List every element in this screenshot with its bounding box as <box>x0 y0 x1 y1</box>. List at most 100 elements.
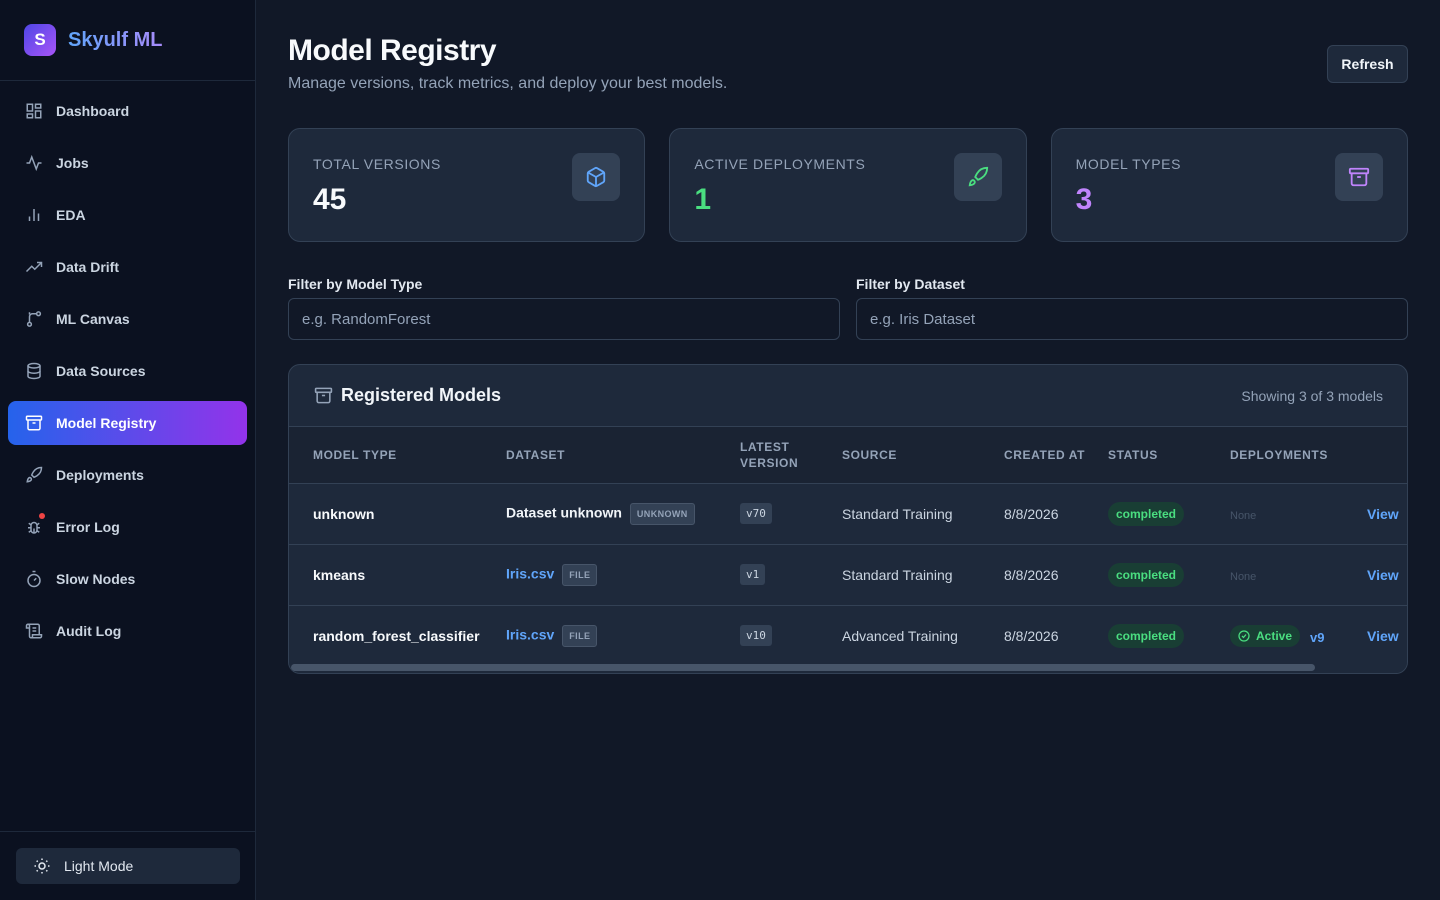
rocket-icon <box>953 153 1002 201</box>
created-cell: 8/8/2026 <box>1004 627 1059 644</box>
column-header[interactable]: Dataset <box>498 427 732 484</box>
dataset-filter-input[interactable] <box>856 298 1408 340</box>
dataset-cell: Iris.csv FILE <box>498 544 732 606</box>
theme-toggle-label: Light Mode <box>64 858 134 874</box>
dataset-tag: FILE <box>562 563 598 586</box>
deployments-none: None <box>1230 509 1257 522</box>
model-type-cell: random_forest_classifier <box>313 627 480 644</box>
sidebar-item-label: Error Log <box>56 519 120 535</box>
filter-label: Filter by Model Type <box>288 276 423 292</box>
column-header[interactable]: Status <box>1100 427 1222 484</box>
created-cell: 8/8/2026 <box>996 483 1100 545</box>
column-header[interactable]: Source <box>834 427 996 484</box>
sidebar-item-label: ML Canvas <box>56 311 130 327</box>
trending-up-icon <box>24 257 44 277</box>
table-card-header: Registered Models Showing 3 of 3 models <box>289 365 1407 427</box>
column-header <box>1359 427 1407 484</box>
page-title: Model Registry <box>288 34 497 67</box>
model-type-filter-input[interactable] <box>288 298 840 340</box>
sidebar-item-ml-canvas[interactable]: ML Canvas <box>8 297 247 341</box>
sidebar-item-model-registry[interactable]: Model Registry <box>8 401 247 445</box>
sidebar-nav: Dashboard Jobs EDA Data Drift ML Canvas <box>0 81 255 653</box>
source-cell: Advanced Training <box>842 627 958 644</box>
sidebar-item-error-log[interactable]: Error Log <box>8 505 247 549</box>
active-deployment-badge[interactable]: Active <box>1230 624 1301 647</box>
check-circle-icon <box>1238 630 1250 642</box>
bar-chart-icon <box>24 205 44 225</box>
view-link[interactable]: View <box>1367 628 1399 644</box>
dataset-tag: UNKNOWN <box>629 502 695 525</box>
sidebar-item-eda[interactable]: EDA <box>8 193 247 237</box>
source-cell: Standard Training <box>834 544 996 606</box>
stat-label: Total Versions <box>313 156 441 172</box>
sidebar-item-data-drift[interactable]: Data Drift <box>8 245 247 289</box>
sidebar-item-label: Data Drift <box>56 259 120 275</box>
sidebar-item-label: Slow Nodes <box>56 571 136 587</box>
deployments-cell: None <box>1222 544 1359 606</box>
stat-label: Active Deployments <box>694 156 866 172</box>
theme-toggle-button[interactable]: Light Mode <box>16 848 240 884</box>
action-cell: View <box>1359 605 1407 666</box>
cube-icon <box>572 153 621 201</box>
scrollbar-thumb[interactable] <box>291 664 1315 671</box>
action-cell: View <box>1359 483 1407 545</box>
table-title: Registered Models <box>341 385 502 405</box>
version-cell: v10 <box>732 605 834 666</box>
sidebar-item-slow-nodes[interactable]: Slow Nodes <box>8 557 247 601</box>
status-cell: completed <box>1100 544 1222 606</box>
git-branch-icon <box>24 309 44 329</box>
sidebar-item-label: Deployments <box>56 467 144 483</box>
sidebar-item-audit-log[interactable]: Audit Log <box>8 609 247 653</box>
sidebar-item-dashboard[interactable]: Dashboard <box>8 89 247 133</box>
main-content: Model Registry Manage versions, track me… <box>256 0 1440 900</box>
brand[interactable]: S Skyulf ML <box>0 0 255 81</box>
stat-label: Model Types <box>1075 156 1182 172</box>
deployments-none: None <box>1230 570 1257 583</box>
dataset-link[interactable]: Iris.csv <box>506 626 554 642</box>
archive-icon <box>24 413 44 433</box>
action-cell: View <box>1359 544 1407 606</box>
stat-value: 3 <box>1075 183 1093 216</box>
column-header[interactable]: Model Type <box>289 427 498 484</box>
activity-icon <box>24 153 44 173</box>
status-badge: completed <box>1108 623 1185 648</box>
error-indicator-dot <box>39 513 45 519</box>
sidebar-item-label: Data Sources <box>56 363 146 379</box>
status-cell: completed <box>1100 483 1222 545</box>
sidebar-item-data-sources[interactable]: Data Sources <box>8 349 247 393</box>
source-cell: Standard Training <box>834 483 996 545</box>
sidebar-item-label: Dashboard <box>56 103 130 119</box>
sidebar-item-jobs[interactable]: Jobs <box>8 141 247 185</box>
rocket-icon <box>24 465 44 485</box>
table-header-row: Model Type Dataset Latest Version Source… <box>289 427 1407 484</box>
deployment-version[interactable]: v9 <box>1310 630 1324 645</box>
table-row[interactable]: kmeans Iris.csv FILE v1 Standard Training… <box>289 544 1407 606</box>
table-row[interactable]: random_forest_classifier Iris.csv FILE v1… <box>289 605 1407 666</box>
view-link[interactable]: View <box>1367 567 1399 583</box>
scroll-icon <box>24 621 44 641</box>
filter-dataset: Filter by Dataset <box>856 276 1408 340</box>
dataset-link[interactable]: Iris.csv <box>506 565 554 581</box>
stat-card-model-types: Model Types 3 <box>1050 128 1408 242</box>
filters-row: Filter by Model Type Filter by Dataset <box>288 276 1408 340</box>
stats-row: Total Versions 45 Active Deployments 1 M… <box>288 128 1408 242</box>
brand-logo: S <box>24 24 56 56</box>
dashboard-icon <box>24 101 44 121</box>
horizontal-scrollbar[interactable] <box>289 663 1407 673</box>
table-row[interactable]: unknown Dataset unknown UNKNOWN v70 Stand… <box>289 483 1407 545</box>
sidebar-item-label: Model Registry <box>56 415 157 431</box>
stat-value: 45 <box>313 183 347 216</box>
column-header[interactable]: Latest Version <box>732 427 834 484</box>
dataset-tag: FILE <box>562 624 598 647</box>
stat-card-total-versions: Total Versions 45 <box>288 128 646 242</box>
filter-label: Filter by Dataset <box>856 276 965 292</box>
sidebar: S Skyulf ML Dashboard Jobs EDA Data Drif… <box>0 0 256 900</box>
sidebar-item-deployments[interactable]: Deployments <box>8 453 247 497</box>
column-header[interactable]: Created At <box>996 427 1100 484</box>
column-header[interactable]: Deployments <box>1222 427 1359 484</box>
refresh-button[interactable]: Refresh <box>1327 45 1408 83</box>
registered-models-card: Registered Models Showing 3 of 3 models … <box>288 364 1408 674</box>
brand-name: Skyulf ML <box>68 28 163 51</box>
view-link[interactable]: View <box>1367 506 1399 522</box>
archive-icon <box>1334 153 1383 201</box>
